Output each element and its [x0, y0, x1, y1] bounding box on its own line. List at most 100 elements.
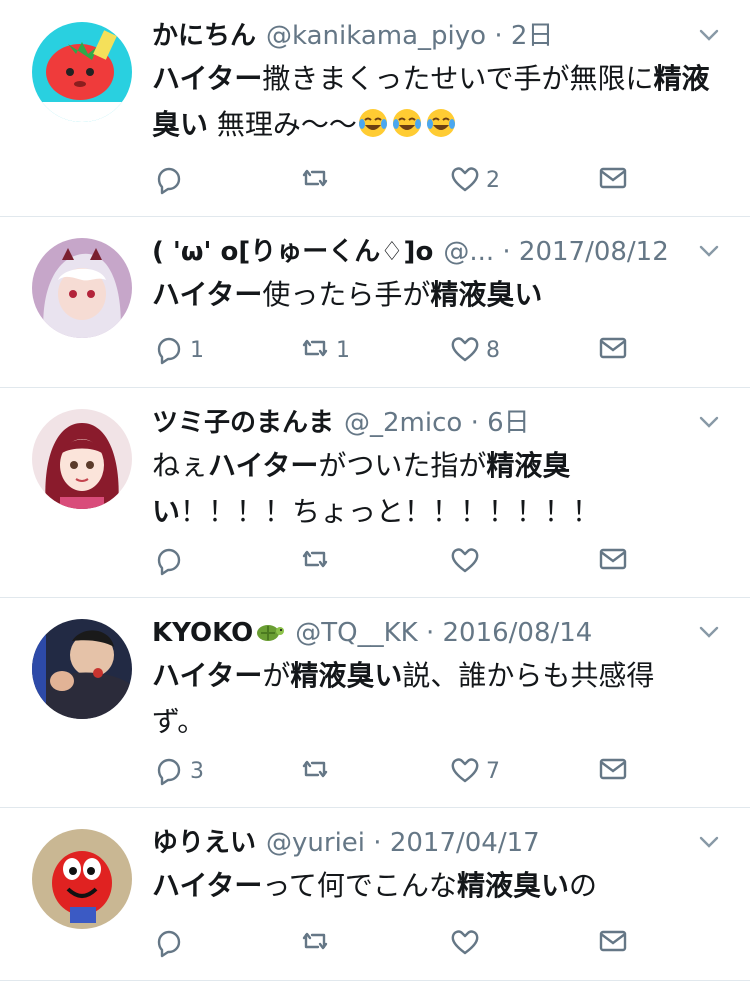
highlighted-term: ハイター — [152, 278, 263, 311]
tweet-header: ( 'ω' o[りゅーくん♢]o @... · 2017/08/12 — [152, 232, 680, 272]
display-name[interactable]: ( 'ω' o[りゅーくん♢]o — [152, 237, 433, 267]
highlighted-term: 精液臭 — [486, 449, 571, 482]
user-handle[interactable]: @yuriei — [266, 828, 365, 858]
retweet-button[interactable]: 1 — [298, 330, 350, 370]
direct-message-button[interactable] — [596, 160, 630, 200]
like-button[interactable]: 7 — [448, 751, 500, 791]
direct-message-button[interactable] — [596, 541, 630, 581]
heart-icon — [448, 542, 482, 580]
tweet-text: ハイターって何でこんな精液臭いの — [152, 863, 722, 909]
user-handle[interactable]: @_2mico — [344, 408, 462, 438]
separator-dot: · — [494, 237, 519, 267]
highlighted-term: ハイター — [208, 449, 319, 482]
timestamp[interactable]: 6日 — [487, 408, 530, 438]
like-button[interactable]: 2 — [448, 160, 500, 200]
retweet-icon — [298, 924, 332, 962]
envelope-icon — [596, 331, 630, 369]
tweet[interactable]: ツミ子のまんま @_2mico · 6日ねぇハイターがついた指が精液臭い！！！！ち… — [0, 387, 750, 598]
text-line: ハイターって何でこんな精液臭いの — [152, 863, 722, 909]
like-button[interactable] — [448, 923, 482, 963]
text-segment: ず。 — [152, 705, 206, 738]
highlighted-term: ハイター — [152, 659, 263, 692]
avatar[interactable] — [32, 22, 132, 122]
tweet-header: ゆりえい @yuriei · 2017/04/17 — [152, 823, 680, 863]
highlighted-term: ハイター — [152, 869, 263, 902]
separator-dot: · — [462, 408, 488, 438]
user-handle[interactable]: @TQ__KK — [295, 618, 417, 648]
heart-icon — [448, 752, 482, 790]
action-count: 2 — [486, 167, 500, 193]
text-segment: がついた指が — [318, 449, 487, 482]
highlighted-term: 精液臭い — [290, 659, 403, 692]
timestamp[interactable]: 2017/04/17 — [390, 828, 540, 858]
retweet-button[interactable] — [298, 751, 332, 791]
face-with-tears-of-joy-icon — [357, 107, 389, 139]
separator-dot: · — [486, 21, 511, 51]
tweet-actions — [152, 923, 652, 963]
envelope-icon — [596, 161, 630, 199]
tweet-actions — [152, 541, 652, 581]
reply-icon — [152, 331, 186, 369]
like-button[interactable] — [448, 541, 482, 581]
text-line: い！！！！ちょっと！！！！！！！ — [152, 489, 722, 535]
text-segment: ！！！！ちょっと！！！！！！！ — [180, 495, 601, 528]
tweet[interactable]: かにちん @kanikama_piyo · 2日ハイター撒きまくったせいで手が無限… — [0, 0, 750, 217]
retweet-icon — [298, 331, 332, 369]
direct-message-button[interactable] — [596, 330, 630, 370]
text-line: ハイター使ったら手が精液臭い — [152, 272, 722, 318]
user-handle[interactable]: @kanikama_piyo — [266, 21, 486, 51]
action-count: 3 — [190, 758, 204, 784]
highlighted-term: 精液臭い — [456, 869, 569, 902]
retweet-button[interactable] — [298, 541, 332, 581]
avatar[interactable] — [32, 829, 132, 929]
display-name[interactable]: KYOKO — [152, 618, 253, 648]
highlighted-term: い — [152, 495, 181, 528]
action-count: 1 — [336, 337, 350, 363]
tweet[interactable]: KYOKO @TQ__KK · 2016/08/14 ハイターが精液臭い説、誰からも… — [0, 597, 750, 808]
avatar[interactable] — [32, 409, 132, 509]
timestamp[interactable]: 2016/08/14 — [442, 618, 592, 648]
text-segment: 無理み〜〜 — [208, 108, 357, 141]
text-line: ハイターが精液臭い説、誰からも共感得 — [152, 653, 722, 699]
text-segment: が — [262, 659, 291, 692]
chevron-down-icon[interactable] — [698, 24, 720, 46]
display-name[interactable]: かにちん — [152, 21, 256, 51]
retweet-button[interactable] — [298, 160, 332, 200]
tweet-actions: 37 — [152, 751, 652, 791]
chevron-down-icon[interactable] — [698, 831, 720, 853]
tweet[interactable]: ゆりえい @yuriei · 2017/04/17 ハイターって何でこんな精液臭いの — [0, 807, 750, 981]
chevron-down-icon[interactable] — [698, 411, 720, 433]
tweet[interactable]: ( 'ω' o[りゅーくん♢]o @... · 2017/08/12 ハイター使った… — [0, 216, 750, 388]
reply-button[interactable]: 1 — [152, 330, 204, 370]
envelope-icon — [596, 542, 630, 580]
reply-button[interactable]: 3 — [152, 751, 204, 791]
avatar[interactable] — [32, 619, 132, 719]
text-segment: 使ったら手が — [262, 278, 431, 311]
tweet-text: ハイター使ったら手が精液臭い — [152, 272, 722, 318]
direct-message-button[interactable] — [596, 751, 630, 791]
direct-message-button[interactable] — [596, 923, 630, 963]
timestamp[interactable]: 2日 — [511, 21, 554, 51]
turtle-icon — [253, 618, 285, 648]
chevron-down-icon[interactable] — [698, 240, 720, 262]
chevron-down-icon[interactable] — [698, 621, 720, 643]
like-button[interactable]: 8 — [448, 330, 500, 370]
reply-button[interactable] — [152, 160, 186, 200]
heart-icon — [448, 924, 482, 962]
tweet-header: KYOKO @TQ__KK · 2016/08/14 — [152, 613, 680, 653]
reply-button[interactable] — [152, 923, 186, 963]
reply-button[interactable] — [152, 541, 186, 581]
reply-icon — [152, 924, 186, 962]
reply-icon — [152, 542, 186, 580]
timestamp[interactable]: 2017/08/12 — [519, 237, 669, 267]
avatar[interactable] — [32, 238, 132, 338]
face-with-tears-of-joy-icon — [425, 107, 457, 139]
text-line: ハイター撒きまくったせいで手が無限に精液臭い 無理み〜〜 — [152, 56, 722, 148]
display-name[interactable]: ツミ子のまんま — [152, 408, 334, 438]
display-name[interactable]: ゆりえい — [152, 828, 256, 858]
reply-icon — [152, 752, 186, 790]
user-handle[interactable]: @... — [443, 237, 494, 267]
text-segment: ねぇ — [152, 449, 209, 482]
tweet-text: ハイターが精液臭い説、誰からも共感得ず。 — [152, 653, 722, 745]
retweet-button[interactable] — [298, 923, 332, 963]
